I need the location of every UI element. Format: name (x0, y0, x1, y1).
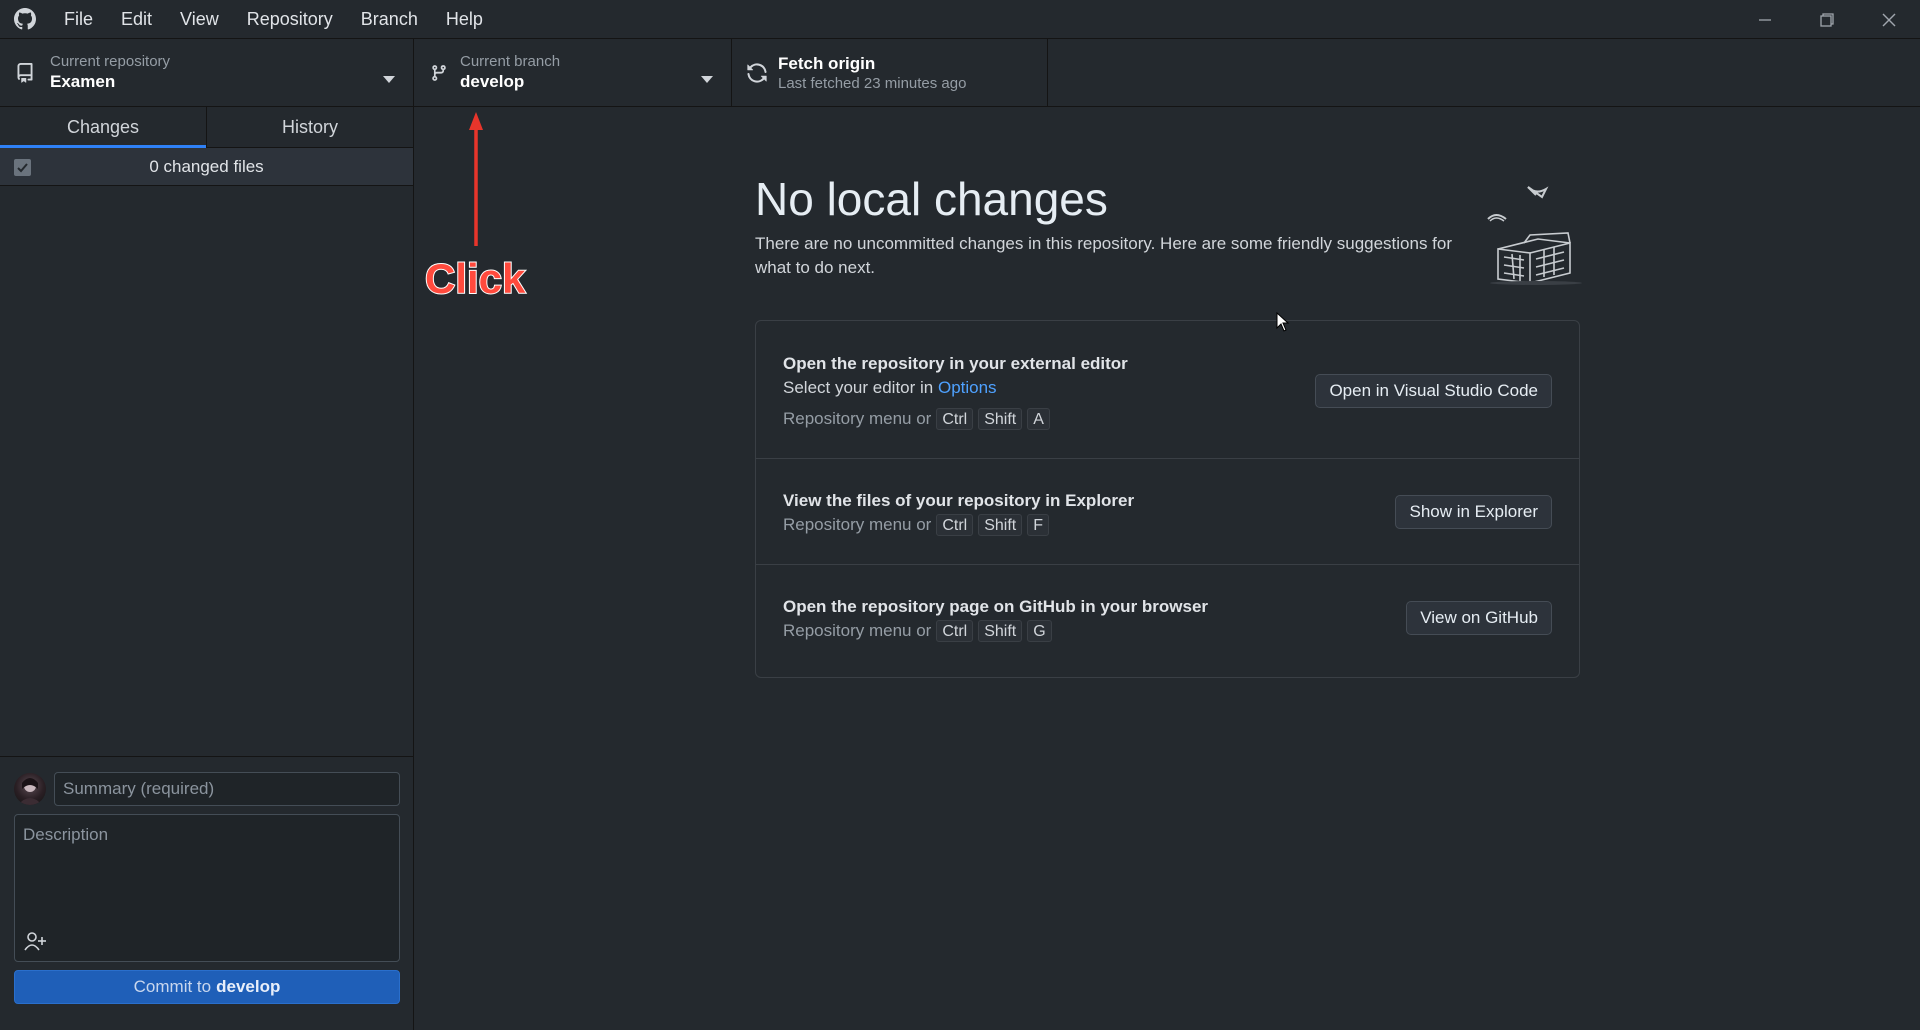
menu-branch[interactable]: Branch (347, 0, 432, 39)
repository-label: Current repository (50, 53, 171, 70)
commit-description-input[interactable] (15, 815, 399, 925)
click-annotation: Click (424, 254, 526, 303)
menu-file[interactable]: File (50, 0, 107, 39)
action-title: View the files of your repository in Exp… (783, 491, 1135, 510)
action-title: Open the repository page on GitHub in yo… (783, 597, 1209, 616)
key-f: F (1027, 514, 1050, 536)
suggested-actions-panel: Open the repository in your external edi… (755, 320, 1580, 678)
view-on-github-button[interactable]: View on GitHub (1406, 601, 1552, 635)
chevron-down-icon (701, 69, 713, 89)
sidebar-tabs: Changes History (0, 107, 413, 148)
action-open-editor: Open the repository in your external edi… (756, 321, 1579, 459)
action-show-explorer: View the files of your repository in Exp… (756, 459, 1579, 565)
key-ctrl: Ctrl (936, 408, 974, 430)
repo-icon (0, 62, 50, 84)
commit-description-field (14, 814, 400, 962)
key-shift: Shift (978, 408, 1023, 430)
close-icon[interactable] (1858, 0, 1920, 39)
branch-label: Current branch (460, 53, 561, 70)
git-branch-icon (414, 63, 464, 83)
keyboard-shortcut: Repository menu or Ctrl Shift G (783, 620, 1052, 642)
menu-edit[interactable]: Edit (107, 0, 166, 39)
changes-sidebar: Changes History 0 changed files Commit t… (0, 107, 414, 1030)
keyboard-shortcut: Repository menu or Ctrl Shift F (783, 514, 1050, 536)
action-view-github: Open the repository page on GitHub in yo… (756, 565, 1579, 677)
last-fetched-status: Last fetched 23 minutes ago (778, 75, 967, 92)
key-a: A (1027, 408, 1050, 430)
commit-summary-input[interactable] (54, 772, 400, 806)
key-ctrl: Ctrl (936, 620, 974, 642)
fetch-origin-label: Fetch origin (778, 54, 876, 73)
page-description: There are no uncommitted changes in this… (755, 234, 1453, 277)
sync-icon (732, 62, 782, 84)
action-subtitle-text: Select your editor in (783, 378, 938, 397)
avatar (14, 773, 46, 805)
mouse-cursor-icon (1276, 311, 1290, 337)
empty-state-illustration-icon (1484, 175, 1594, 285)
action-title: Open the repository in your external edi… (783, 354, 1128, 373)
fetch-origin-button[interactable]: Fetch origin Last fetched 23 minutes ago (732, 39, 1048, 107)
shortcut-prefix: Repository menu or (783, 515, 932, 534)
options-link[interactable]: Options (938, 378, 997, 397)
shortcut-prefix: Repository menu or (783, 621, 932, 640)
commit-button-prefix: Commit to (133, 977, 212, 996)
toolbar: Current repository Examen Current branch… (0, 39, 1920, 107)
page-title: No local changes (755, 173, 1108, 225)
annotation-arrow-icon (466, 112, 486, 253)
tab-history[interactable]: History (206, 107, 413, 147)
key-shift: Shift (978, 620, 1023, 642)
minimize-icon[interactable] (1734, 0, 1796, 39)
menu-help[interactable]: Help (432, 0, 497, 39)
tab-changes[interactable]: Changes (0, 107, 206, 148)
window-controls (1734, 0, 1920, 39)
repository-name: Examen (50, 72, 116, 91)
keyboard-shortcut: Repository menu or Ctrl Shift A (783, 408, 1050, 430)
github-logo-icon (0, 0, 50, 39)
commit-message-area: Commit to develop (0, 756, 413, 1030)
main-content: No local changes There are no uncommitte… (414, 107, 1920, 1030)
branch-name: develop (460, 72, 525, 91)
show-in-explorer-button[interactable]: Show in Explorer (1395, 495, 1552, 529)
key-ctrl: Ctrl (936, 514, 974, 536)
open-in-vscode-button[interactable]: Open in Visual Studio Code (1315, 374, 1552, 408)
menu-view[interactable]: View (166, 0, 233, 39)
repository-selector[interactable]: Current repository Examen (0, 39, 414, 107)
select-all-checkbox[interactable] (14, 159, 31, 176)
action-subtitle: Select your editor in Options (783, 378, 997, 398)
changes-header: 0 changed files (0, 148, 413, 186)
add-coauthor-icon[interactable] (21, 929, 49, 953)
branch-selector[interactable]: Current branch develop (414, 39, 732, 107)
chevron-down-icon (383, 69, 395, 89)
title-bar: File Edit View Repository Branch Help (0, 0, 1920, 39)
key-g: G (1027, 620, 1052, 642)
changed-files-count: 0 changed files (149, 156, 264, 176)
commit-button-branch: develop (216, 977, 281, 996)
commit-button[interactable]: Commit to develop (14, 970, 400, 1004)
key-shift: Shift (978, 514, 1023, 536)
menu-repository[interactable]: Repository (233, 0, 347, 39)
restore-icon[interactable] (1796, 0, 1858, 39)
shortcut-prefix: Repository menu or (783, 409, 932, 428)
